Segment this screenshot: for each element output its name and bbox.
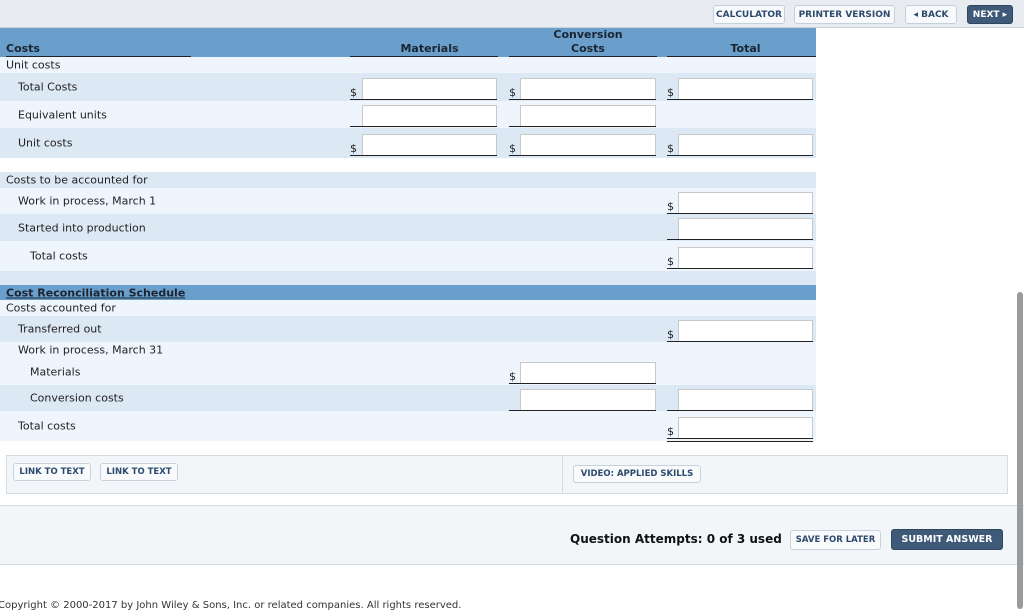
table-row: Unit costs $ $ $ <box>0 128 816 159</box>
table-row: Costs accounted for <box>0 300 816 316</box>
row-label: Conversion costs <box>30 391 124 405</box>
row-label: Costs to be accounted for <box>6 173 148 187</box>
row-label: Total Costs <box>18 80 78 94</box>
dollar-sign: $ <box>509 370 516 383</box>
dollar-sign: $ <box>667 200 674 213</box>
table-row <box>0 271 816 285</box>
total-input[interactable] <box>678 134 813 155</box>
question-attempts: Question Attempts: 0 of 3 used <box>570 532 782 546</box>
dollar-sign: $ <box>350 142 357 155</box>
conversion-input[interactable] <box>520 78 656 99</box>
conversion-input[interactable] <box>520 389 656 410</box>
link-to-text-button[interactable]: LINK TO TEXT <box>13 463 91 481</box>
dollar-sign: $ <box>509 142 516 155</box>
materials-input[interactable] <box>362 134 497 155</box>
table-row: Total costs $ <box>0 411 816 442</box>
scrollbar[interactable] <box>1017 292 1023 609</box>
underline <box>667 239 813 240</box>
dollar-sign: $ <box>667 328 674 341</box>
total-input[interactable] <box>678 417 813 438</box>
row-label: Started into production <box>18 221 146 234</box>
table-header: Costs Materials Conversion Costs Total <box>0 28 816 57</box>
calculator-button[interactable]: CALCULATOR <box>713 5 785 24</box>
table-row: Work in process, March 1 $ <box>0 188 816 214</box>
total-input[interactable] <box>678 218 813 239</box>
dollar-sign: $ <box>509 86 516 99</box>
total-input[interactable] <box>678 247 813 268</box>
row-label: Total costs <box>18 419 76 433</box>
total-input[interactable] <box>678 78 813 99</box>
submission-footer: Question Attempts: 0 of 3 used SAVE FOR … <box>0 505 1024 565</box>
table-row: Work in process, March 31 <box>0 342 816 358</box>
row-label: Work in process, March 31 <box>18 343 164 357</box>
table-row: Transferred out $ <box>0 316 816 342</box>
copyright: Copyright © 2000-2017 by John Wiley & So… <box>0 600 462 611</box>
conversion-input[interactable] <box>520 105 656 126</box>
panel-divider <box>562 456 563 493</box>
row-label: Costs accounted for <box>6 301 116 315</box>
conversion-input[interactable] <box>520 134 656 155</box>
table-row: Conversion costs <box>0 385 816 411</box>
underline <box>509 126 656 127</box>
table-row: Total costs $ <box>0 241 816 272</box>
table-row: Equivalent units <box>0 101 816 128</box>
row-label: Materials <box>30 365 81 378</box>
total-input[interactable] <box>678 192 813 213</box>
table-row: Unit costs <box>0 57 816 73</box>
video-applied-skills-button[interactable]: VIDEO: APPLIED SKILLS <box>573 465 701 483</box>
dollar-sign: $ <box>667 142 674 155</box>
header-conversion-line2: Costs <box>571 42 605 55</box>
table-row: Total Costs $ $ $ <box>0 73 816 103</box>
row-label: Unit costs <box>18 136 73 150</box>
underline <box>350 126 497 127</box>
total-input[interactable] <box>678 389 813 410</box>
table-row: Costs to be accounted for <box>0 172 816 188</box>
row-label: Work in process, March 1 <box>18 194 157 208</box>
table-row: Started into production <box>0 214 816 241</box>
save-for-later-button[interactable]: SAVE FOR LATER <box>790 530 881 550</box>
dollar-sign: $ <box>350 86 357 99</box>
row-label: Unit costs <box>6 58 61 72</box>
top-toolbar: CALCULATOR PRINTER VERSION ◂ BACK NEXT ▸ <box>0 0 1024 28</box>
header-conversion-line1: Conversion <box>553 28 623 41</box>
link-to-text-button[interactable]: LINK TO TEXT <box>100 463 178 481</box>
total-input[interactable] <box>678 320 813 341</box>
row-label: Transferred out <box>18 322 102 336</box>
printer-version-button[interactable]: PRINTER VERSION <box>794 5 895 24</box>
header-costs: Costs <box>6 42 40 55</box>
dollar-sign: $ <box>667 425 674 438</box>
dollar-sign: $ <box>667 86 674 99</box>
links-panel: LINK TO TEXT LINK TO TEXT VIDEO: APPLIED… <box>6 455 1008 494</box>
materials-input[interactable] <box>362 78 497 99</box>
conversion-input[interactable] <box>520 362 656 383</box>
row-label: Equivalent units <box>18 108 107 121</box>
materials-input[interactable] <box>362 105 497 126</box>
header-total: Total <box>730 42 761 55</box>
submit-answer-button[interactable]: SUBMIT ANSWER <box>891 529 1003 550</box>
row-label: Cost Reconciliation Schedule <box>6 286 186 299</box>
header-materials: Materials <box>400 42 459 55</box>
table-row: Materials $ <box>0 358 816 385</box>
table-row <box>0 158 816 172</box>
double-underline <box>667 438 813 442</box>
underline <box>509 383 656 384</box>
next-button[interactable]: NEXT ▸ <box>967 5 1013 24</box>
dollar-sign: $ <box>667 255 674 268</box>
back-button[interactable]: ◂ BACK <box>905 5 957 24</box>
section-header: Cost Reconciliation Schedule <box>0 285 816 300</box>
row-label: Total costs <box>30 249 88 263</box>
